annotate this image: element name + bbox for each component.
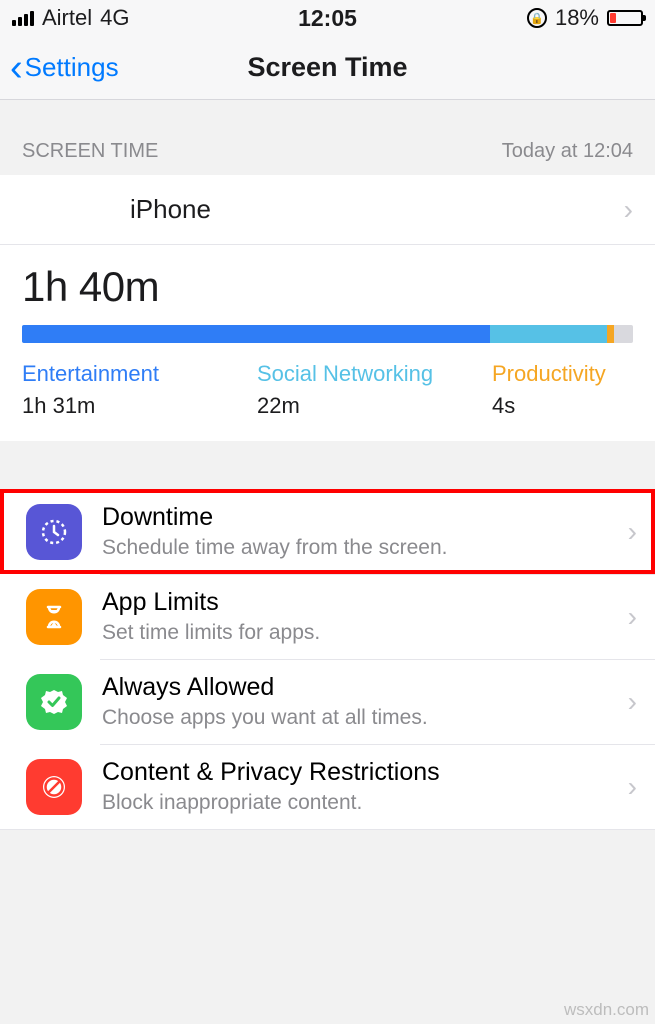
total-screentime: 1h 40m [22,263,633,311]
category-productivity: Productivity 4s [492,361,633,419]
checkmark-badge-icon [26,674,82,730]
usage-segment-entertainment [22,325,490,343]
category-time: 22m [257,393,492,419]
category-label: Productivity [492,361,633,387]
menu-subtitle: Schedule time away from the screen. [102,536,628,560]
usage-segment-social [490,325,607,343]
menu-item-downtime[interactable]: Downtime Schedule time away from the scr… [0,489,655,574]
device-row[interactable]: iPhone › [0,175,655,245]
status-bar: Airtel 4G 12:05 🔒 18% [0,0,655,36]
downtime-icon [26,504,82,560]
device-name: iPhone [130,194,211,225]
category-label: Entertainment [22,361,257,387]
usage-summary[interactable]: 1h 40m Entertainment 1h 31m Social Netwo… [0,245,655,441]
section-title: SCREEN TIME [22,140,158,163]
category-time: 4s [492,393,633,419]
chevron-right-icon: › [628,686,637,718]
menu-subtitle: Block inappropriate content. [102,791,628,815]
back-button[interactable]: ‹ Settings [10,52,119,83]
section-header-screentime: SCREEN TIME Today at 12:04 [0,100,655,175]
back-label: Settings [25,52,119,83]
usage-bar-chart [22,325,633,343]
rotation-lock-icon: 🔒 [527,8,547,28]
chevron-right-icon: › [628,516,637,548]
menu-subtitle: Set time limits for apps. [102,621,628,645]
menu-title: Always Allowed [102,673,628,702]
menu-subtitle: Choose apps you want at all times. [102,706,628,730]
carrier-label: Airtel [42,5,92,31]
status-time: 12:05 [298,5,357,32]
battery-icon [607,10,643,26]
battery-percent: 18% [555,5,599,31]
category-time: 1h 31m [22,393,257,419]
section-timestamp: Today at 12:04 [502,140,633,163]
usage-segment-other [614,325,634,343]
network-label: 4G [100,5,129,31]
chevron-right-icon: › [624,194,633,226]
menu-title: App Limits [102,588,628,617]
category-social: Social Networking 22m [257,361,492,419]
cellular-signal-icon [12,11,34,26]
chevron-right-icon: › [628,771,637,803]
menu-item-always-allowed[interactable]: Always Allowed Choose apps you want at a… [0,659,655,744]
menu-item-app-limits[interactable]: App Limits Set time limits for apps. › [0,574,655,659]
prohibit-icon [26,759,82,815]
category-label: Social Networking [257,361,492,387]
settings-menu: Downtime Schedule time away from the scr… [0,489,655,830]
navigation-bar: ‹ Settings Screen Time [0,36,655,100]
page-title: Screen Time [247,52,407,83]
watermark: wsxdn.com [564,1000,649,1020]
chevron-right-icon: › [628,601,637,633]
menu-title: Downtime [102,503,628,532]
hourglass-icon [26,589,82,645]
category-entertainment: Entertainment 1h 31m [22,361,257,419]
menu-item-content-restrictions[interactable]: Content & Privacy Restrictions Block ina… [0,744,655,829]
menu-title: Content & Privacy Restrictions [102,758,628,787]
